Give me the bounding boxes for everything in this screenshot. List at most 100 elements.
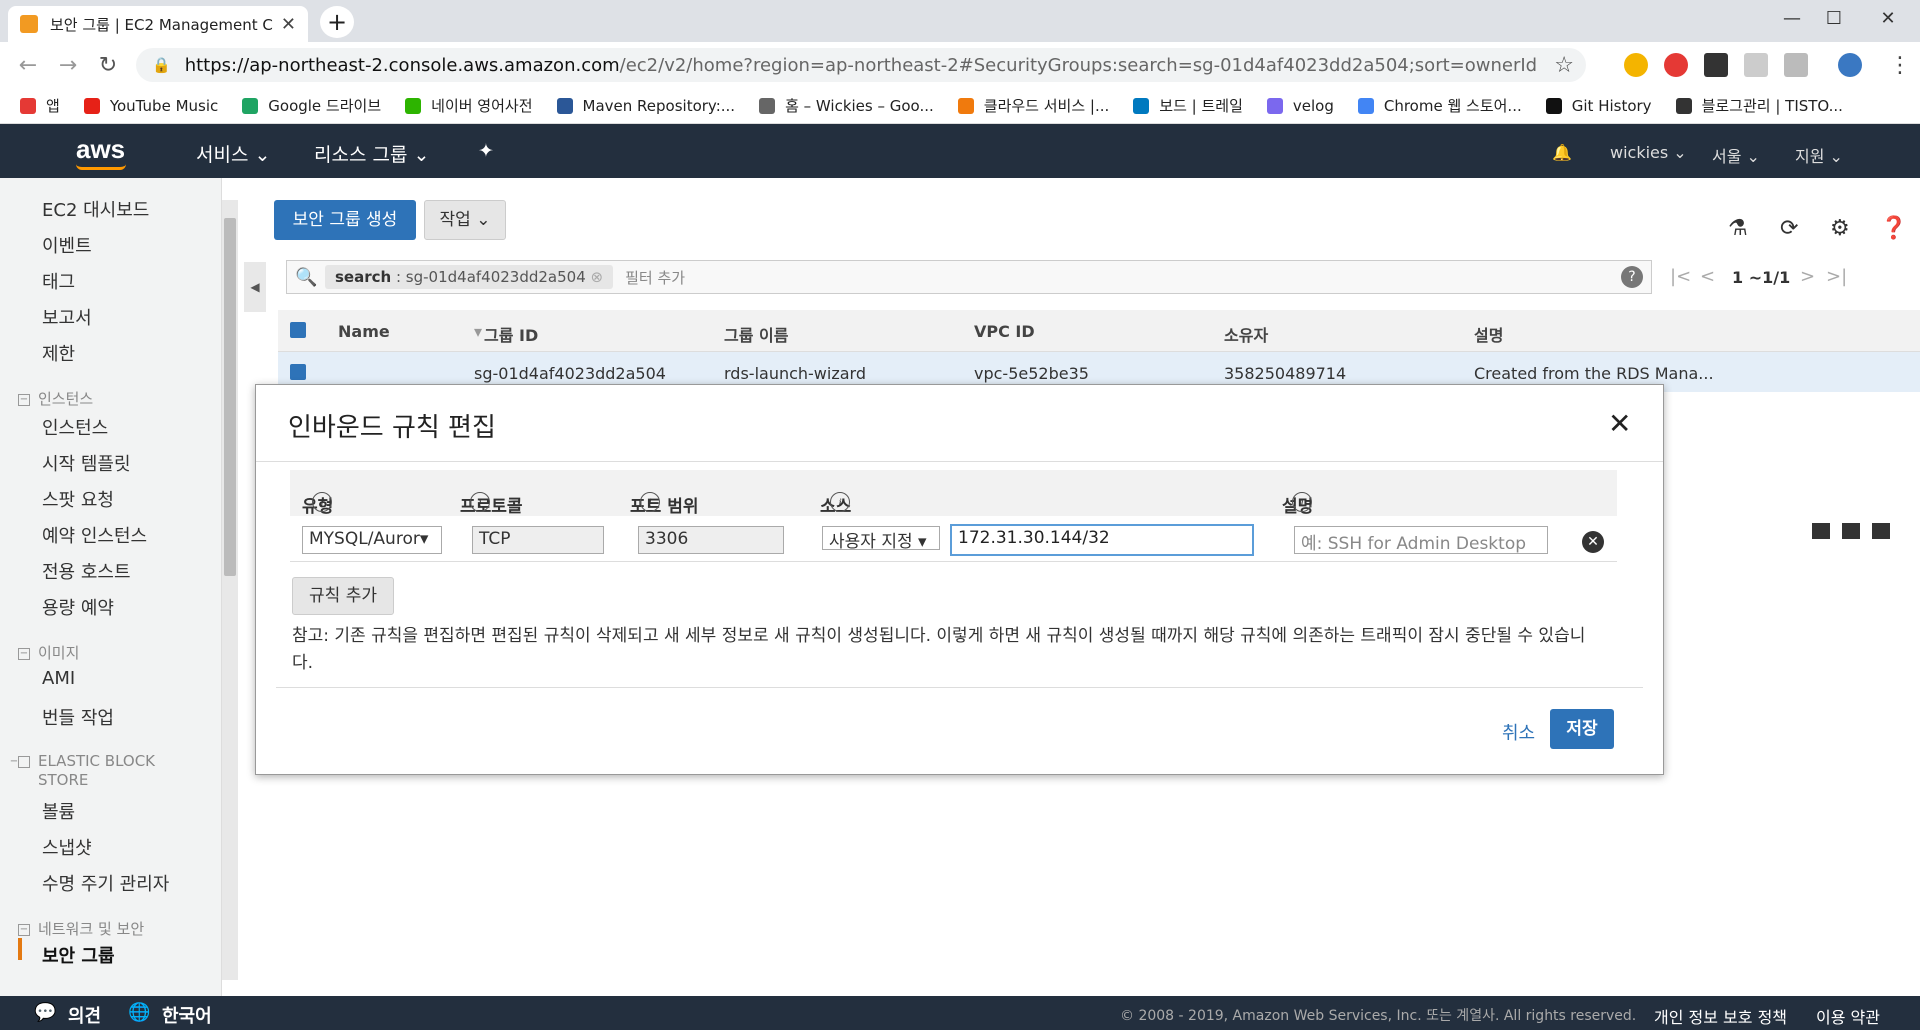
next-page-icon[interactable]: >: [1800, 266, 1815, 287]
close-tab-icon[interactable]: ✕: [281, 14, 296, 35]
globe-icon[interactable]: 🌐: [128, 1002, 150, 1023]
view-split-icon[interactable]: [1842, 523, 1860, 539]
feedback-link[interactable]: 의견: [68, 1002, 101, 1028]
sidebar-item-tags[interactable]: 태그: [42, 268, 75, 294]
bookmark-item[interactable]: Maven Repository:...: [556, 97, 735, 115]
sidebar-section-instances[interactable]: − 인스턴스: [18, 388, 93, 409]
source-cidr-input[interactable]: 172.31.30.144/32: [950, 524, 1254, 556]
reload-button[interactable]: ↻: [92, 50, 124, 82]
extension-icon[interactable]: [1704, 53, 1728, 77]
help-icon[interactable]: ❓: [1880, 216, 1907, 241]
bookmark-item[interactable]: 클라우드 서비스 |...: [957, 95, 1109, 116]
search-help-icon[interactable]: ?: [1621, 266, 1643, 288]
collapse-icon[interactable]: −: [10, 755, 30, 768]
sidebar-item-limits[interactable]: 제한: [42, 340, 75, 366]
bookmark-item[interactable]: 보드 | 트레일: [1133, 95, 1243, 116]
sidebar-section-images[interactable]: − 이미지: [18, 642, 79, 663]
scrollbar-thumb[interactable]: [224, 218, 236, 576]
close-window-button[interactable]: ✕: [1856, 0, 1920, 38]
close-icon[interactable]: ✕: [1608, 407, 1631, 440]
sidebar-item-launch-templates[interactable]: 시작 템플릿: [42, 450, 131, 476]
sidebar-section-ebs[interactable]: − ELASTIC BLOCK STORE: [10, 752, 168, 790]
forward-button[interactable]: →: [52, 50, 84, 82]
source-type-select[interactable]: 사용자 지정 ▾: [822, 526, 940, 550]
search-bar[interactable]: 🔍 search : sg-01d4af4023dd2a504 ⊗ 필터 추가 …: [286, 260, 1652, 294]
col-owner[interactable]: 소유자: [1224, 322, 1268, 346]
actions-button[interactable]: 작업 ⌄: [424, 200, 506, 240]
flask-icon[interactable]: ⚗: [1728, 216, 1748, 241]
add-rule-button[interactable]: 규칙 추가: [292, 577, 394, 615]
view-split-icon[interactable]: [1812, 523, 1830, 539]
collapse-icon[interactable]: −: [18, 923, 30, 936]
sidebar-item-dashboard[interactable]: EC2 대시보드: [42, 196, 149, 222]
view-split-icon[interactable]: [1872, 523, 1890, 539]
region-menu[interactable]: 서울 ⌄: [1712, 143, 1760, 167]
info-icon[interactable]: i: [470, 492, 490, 512]
info-icon[interactable]: i: [830, 492, 850, 512]
sidebar-item-security-groups[interactable]: 보안 그룹: [42, 942, 115, 968]
col-group-id[interactable]: 그룹 ID: [484, 322, 538, 346]
bookmark-item[interactable]: 앱: [20, 95, 60, 116]
support-menu[interactable]: 지원 ⌄: [1795, 143, 1843, 167]
privacy-link[interactable]: 개인 정보 보호 정책: [1654, 1004, 1787, 1028]
bell-icon[interactable]: 🔔: [1552, 143, 1572, 162]
browser-tab[interactable]: 보안 그룹 | EC2 Management C ✕: [8, 6, 308, 42]
refresh-icon[interactable]: ⟳: [1780, 216, 1798, 241]
sidebar-item-snapshots[interactable]: 스냅샷: [42, 834, 92, 860]
sort-icon[interactable]: ▾: [474, 322, 482, 341]
bookmark-item[interactable]: Google 드라이브: [242, 95, 381, 116]
sidebar-item-instances[interactable]: 인스턴스: [42, 414, 108, 440]
sidebar-item-dedicated-hosts[interactable]: 전용 호스트: [42, 558, 131, 584]
remove-rule-icon[interactable]: ✕: [1582, 531, 1604, 553]
language-selector[interactable]: 한국어: [162, 1002, 212, 1028]
prev-page-icon[interactable]: <: [1700, 266, 1715, 287]
save-button[interactable]: 저장: [1550, 709, 1614, 749]
extension-icon[interactable]: [1784, 53, 1808, 77]
services-menu[interactable]: 서비스 ⌄: [196, 140, 270, 167]
aws-logo[interactable]: aws: [76, 134, 125, 165]
terms-link[interactable]: 이용 약관: [1816, 1004, 1880, 1028]
resource-groups-menu[interactable]: 리소스 그룹 ⌄: [314, 140, 429, 167]
gear-icon[interactable]: ⚙: [1830, 216, 1850, 241]
back-button[interactable]: ←: [12, 50, 44, 82]
sidebar-item-reports[interactable]: 보고서: [42, 304, 92, 330]
collapse-sidebar-button[interactable]: ◀: [244, 262, 266, 312]
bookmark-item[interactable]: YouTube Music: [83, 97, 218, 115]
user-menu[interactable]: wickies ⌄: [1610, 143, 1687, 162]
add-filter-input[interactable]: 필터 추가: [625, 267, 685, 288]
collapse-icon[interactable]: −: [18, 647, 30, 660]
select-all-checkbox[interactable]: [290, 322, 306, 338]
sidebar-item-events[interactable]: 이벤트: [42, 232, 92, 258]
sidebar-item-ami[interactable]: AMI: [42, 668, 75, 689]
sidebar-item-lifecycle-manager[interactable]: 수명 주기 관리자: [42, 870, 169, 896]
sidebar-item-spot-requests[interactable]: 스팟 요청: [42, 486, 114, 512]
col-name[interactable]: Name: [338, 322, 390, 341]
first-page-icon[interactable]: |<: [1670, 266, 1691, 287]
info-icon[interactable]: i: [640, 492, 660, 512]
menu-icon[interactable]: ⋮: [1884, 50, 1916, 82]
extension-icon[interactable]: [1664, 53, 1688, 77]
sidebar-scrollbar[interactable]: [222, 200, 238, 980]
sidebar-item-bundle-tasks[interactable]: 번들 작업: [42, 704, 114, 730]
remove-filter-icon[interactable]: ⊗: [591, 268, 604, 286]
col-vpc-id[interactable]: VPC ID: [974, 322, 1035, 341]
bookmark-item[interactable]: velog: [1266, 97, 1334, 115]
pin-icon[interactable]: ✦: [478, 140, 494, 162]
cancel-button[interactable]: 취소: [1502, 719, 1535, 745]
extension-icon[interactable]: [1744, 53, 1768, 77]
extension-icon[interactable]: [1624, 53, 1648, 77]
url-field[interactable]: 🔒 https://ap-northeast-2.console.aws.ama…: [136, 48, 1586, 82]
sidebar-item-reserved-instances[interactable]: 예약 인스턴스: [42, 522, 147, 548]
col-description[interactable]: 설명: [1474, 322, 1503, 346]
bookmark-item[interactable]: Git History: [1545, 97, 1652, 115]
sidebar-item-capacity-reservations[interactable]: 용량 예약: [42, 594, 114, 620]
bookmark-item[interactable]: 블로그관리 | TISTO...: [1675, 95, 1843, 116]
sidebar-item-volumes[interactable]: 볼륨: [42, 798, 75, 824]
info-icon[interactable]: i: [1292, 492, 1312, 512]
bookmark-item[interactable]: Chrome 웹 스토어...: [1357, 95, 1522, 116]
row-checkbox[interactable]: [290, 364, 306, 380]
new-tab-button[interactable]: +: [320, 6, 354, 38]
create-security-group-button[interactable]: 보안 그룹 생성: [274, 200, 416, 240]
type-select[interactable]: MYSQL/Auror▾: [302, 526, 442, 554]
info-icon[interactable]: i: [312, 492, 332, 512]
